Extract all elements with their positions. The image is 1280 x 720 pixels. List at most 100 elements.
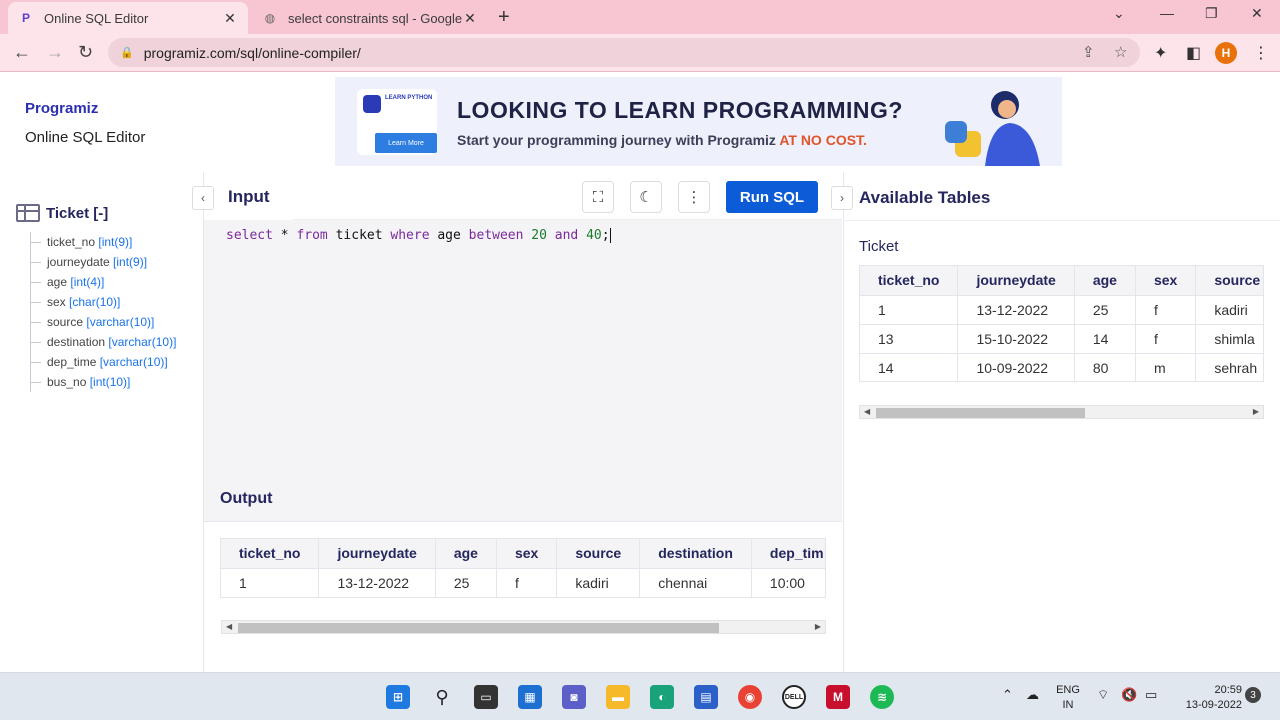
collapse-left-panel-button[interactable]: ‹	[192, 186, 214, 210]
code-token: between	[468, 228, 524, 243]
search-icon[interactable]: ⚲	[430, 685, 454, 709]
schema-table-ticket[interactable]: Ticket [-]	[16, 204, 108, 222]
tab-google-search[interactable]: ◍ select constraints sql - Google Se ✕	[252, 2, 488, 34]
ad-banner[interactable]: LEARN PYTHON Learn More LOOKING TO LEARN…	[335, 77, 1062, 166]
dell-icon[interactable]: DELL	[782, 685, 806, 709]
show-hidden-icons-chevron-icon[interactable]: ⌃	[1002, 687, 1013, 703]
available-header-cell: sex	[1135, 266, 1197, 295]
notification-count-badge[interactable]: 3	[1245, 687, 1261, 703]
table-cell: chennai	[639, 567, 752, 597]
page-content: Programiz Online SQL Editor LEARN PYTHON…	[0, 72, 1280, 672]
wifi-icon[interactable]: ⌔	[1097, 687, 1109, 703]
sql-code-line[interactable]: select * from ticket where age between 2…	[226, 228, 611, 243]
spotify-icon[interactable]: ≋	[870, 685, 894, 709]
table-cell: 10-09-2022	[957, 352, 1075, 381]
column-name: ticket_no	[47, 235, 99, 249]
language-indicator[interactable]: ENG IN	[1054, 683, 1082, 713]
available-header-cell: journeydate	[957, 266, 1075, 295]
table-cell: shimla	[1195, 323, 1263, 353]
column-type: [char(10)]	[69, 295, 121, 309]
file-explorer-icon[interactable]: ▬	[606, 685, 630, 709]
output-header-cell: ticket_no	[221, 539, 320, 568]
language-region: IN	[1062, 699, 1074, 711]
divider	[844, 220, 1280, 221]
reload-button[interactable]: ↻	[78, 42, 93, 63]
tab-input[interactable]: Input	[204, 172, 293, 222]
tab-title: select constraints sql - Google Se	[288, 10, 462, 26]
schema-column-ticket_no: ticket_no [int(9)]	[31, 232, 176, 252]
column-type: [varchar(10)]	[108, 335, 177, 349]
clock[interactable]: 20:59 13-09-2022	[1172, 683, 1242, 713]
new-tab-button[interactable]: +	[498, 6, 510, 29]
schema-column-source: source [varchar(10)]	[31, 312, 176, 332]
code-token: 20	[531, 228, 547, 243]
output-header-cell: destination	[639, 539, 752, 568]
minimize-button[interactable]: —	[1160, 5, 1174, 21]
url-text: programiz.com/sql/online-compiler/	[143, 44, 361, 61]
close-window-button[interactable]: ✕	[1251, 5, 1263, 22]
scroll-left-arrow-icon[interactable]: ◀	[864, 406, 870, 418]
clock-time: 20:59	[1214, 684, 1242, 696]
back-button[interactable]: ←	[13, 42, 31, 63]
code-token: from	[296, 228, 328, 243]
close-tab-icon[interactable]: ✕	[462, 10, 478, 27]
chrome-icon[interactable]: ◉	[738, 685, 762, 709]
task-view-icon[interactable]: ▭	[474, 685, 498, 709]
sql-code-editor[interactable]: select * from ticket where age between 2…	[204, 220, 842, 476]
edge-browser-icon[interactable]: ◐	[650, 685, 674, 709]
forward-button[interactable]: →	[46, 42, 64, 63]
available-horizontal-scrollbar[interactable]: ◀ ▶	[859, 405, 1264, 419]
url-bar[interactable]: 🔒 programiz.com/sql/online-compiler/ ⇪ ☆	[108, 38, 1140, 67]
microsoft-store-icon[interactable]: ▤	[694, 685, 718, 709]
table-cell: f	[496, 567, 558, 597]
scroll-right-arrow-icon[interactable]: ▶	[1253, 406, 1259, 418]
column-type: [int(9)]	[113, 255, 148, 269]
table-cell: 1	[860, 294, 959, 324]
side-panel-icon[interactable]: ◧	[1186, 43, 1201, 63]
code-token: 40	[586, 228, 602, 243]
collapse-right-panel-button[interactable]: ›	[831, 186, 853, 210]
close-tab-icon[interactable]: ✕	[222, 10, 238, 27]
lock-icon: 🔒	[120, 47, 134, 59]
share-icon[interactable]: ⇪	[1082, 43, 1095, 61]
column-type: [int(9)]	[98, 235, 133, 249]
scroll-right-arrow-icon[interactable]: ▶	[815, 621, 821, 633]
scrollbar-thumb[interactable]	[238, 623, 719, 633]
teams-chat-icon[interactable]: ◙	[562, 685, 586, 709]
tab-search-chevron-icon[interactable]: ⌄	[1113, 5, 1125, 22]
schema-table-label: Ticket [-]	[46, 204, 109, 222]
table-cell: 80	[1074, 352, 1136, 381]
battery-icon[interactable]: ▭	[1145, 687, 1157, 703]
dark-mode-moon-icon[interactable]: ☾	[630, 181, 662, 213]
code-token: and	[554, 228, 579, 243]
fullscreen-icon[interactable]: ⛶	[582, 181, 614, 213]
profile-avatar[interactable]: H	[1215, 42, 1237, 64]
column-type: [varchar(10)]	[86, 315, 155, 329]
mcafee-icon[interactable]: M	[826, 685, 850, 709]
scroll-left-arrow-icon[interactable]: ◀	[226, 621, 232, 633]
more-options-icon[interactable]: ⋮	[678, 181, 710, 213]
widgets-icon[interactable]: ▦	[518, 685, 542, 709]
run-sql-button[interactable]: Run SQL	[726, 181, 818, 213]
output-horizontal-scrollbar[interactable]: ◀ ▶	[221, 620, 826, 634]
column-type: [int(10)]	[89, 375, 131, 389]
table-cell: 13	[860, 323, 959, 353]
ad-learn-more-button[interactable]: Learn More	[375, 133, 437, 153]
extensions-puzzle-icon[interactable]: ✦	[1154, 43, 1167, 63]
code-token: ticket	[327, 228, 391, 243]
available-header-cell: age	[1074, 266, 1136, 295]
tab-online-sql-editor[interactable]: P Online SQL Editor ✕	[8, 2, 248, 34]
column-type: [varchar(10)]	[99, 355, 168, 369]
more-menu-icon[interactable]: ⋮	[1253, 43, 1269, 63]
onedrive-icon[interactable]: ☁	[1026, 687, 1039, 703]
table-cell: 15-10-2022	[957, 323, 1075, 353]
programiz-logo[interactable]: Programiz	[25, 100, 98, 117]
bookmark-star-icon[interactable]: ☆	[1114, 43, 1127, 61]
language-code: ENG	[1056, 684, 1080, 696]
volume-muted-icon[interactable]: 🔇	[1121, 687, 1137, 703]
restore-button[interactable]: ❐	[1205, 5, 1218, 22]
column-name: dep_time	[47, 355, 100, 369]
scrollbar-thumb[interactable]	[876, 408, 1085, 418]
windows-start-icon[interactable]: ⊞	[386, 685, 410, 709]
